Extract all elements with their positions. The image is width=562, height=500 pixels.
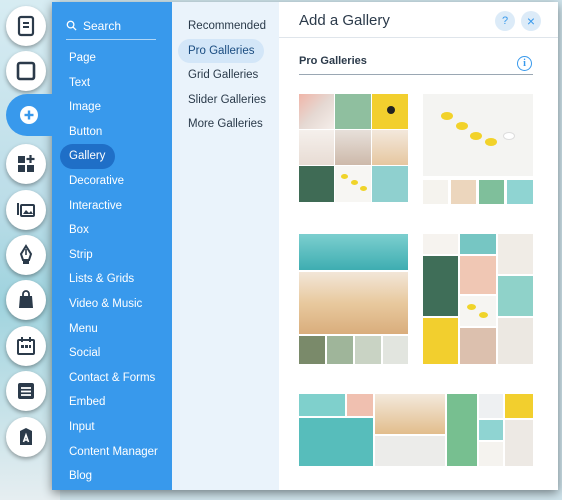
add-icon: [20, 106, 38, 124]
pages-icon: [17, 15, 35, 37]
gallery-preset-3[interactable]: [299, 234, 408, 364]
help-icon: ?: [501, 15, 509, 27]
add-apps-icon: [18, 155, 35, 172]
category-item-input[interactable]: Input: [60, 415, 105, 440]
pages-button[interactable]: [6, 6, 46, 46]
subcategory-panel: Recommended Pro Galleries Grid Galleries Sl…: [172, 2, 279, 490]
search-label: Search: [83, 18, 122, 33]
section-divider: [299, 74, 533, 75]
category-item-contact-forms[interactable]: Contact & Forms: [60, 366, 165, 391]
gallery-preset-2[interactable]: [423, 94, 533, 204]
text-style-icon: [20, 428, 32, 445]
list-icon: [18, 383, 34, 399]
panel-title: Add a Gallery: [299, 12, 390, 29]
category-item-content-manager[interactable]: Content Manager: [60, 440, 168, 465]
subcategory-item-more-galleries[interactable]: More Galleries: [178, 112, 273, 137]
section-title: Pro Galleries: [299, 55, 367, 67]
subcategory-item-slider-galleries[interactable]: Slider Galleries: [178, 88, 276, 113]
help-button[interactable]: ?: [495, 11, 515, 31]
subcategory-item-grid-galleries[interactable]: Grid Galleries: [178, 63, 268, 88]
category-item-page[interactable]: Page: [60, 46, 106, 71]
subcategory-item-pro-galleries[interactable]: Pro Galleries: [178, 38, 265, 63]
background-button[interactable]: [6, 51, 46, 91]
category-item-menu[interactable]: Menu: [60, 317, 108, 342]
search-field[interactable]: Search: [66, 12, 156, 40]
bookings-icon: [17, 337, 35, 355]
category-item-blog[interactable]: Blog: [60, 464, 102, 489]
category-panel: Search Page Text Image Button Gallery Decorat…: [52, 2, 172, 490]
bookings-button[interactable]: [6, 326, 46, 366]
store-button[interactable]: [6, 280, 46, 320]
pen-icon: [19, 244, 33, 264]
category-item-decorative[interactable]: Decorative: [60, 169, 134, 194]
panel-header: Add a Gallery ? ×: [279, 2, 558, 38]
category-item-embed[interactable]: Embed: [60, 390, 115, 415]
subcategory-item-recommended[interactable]: Recommended: [178, 14, 276, 39]
category-item-strip[interactable]: Strip: [60, 243, 103, 268]
info-icon-glyph: i: [523, 58, 526, 69]
category-item-button[interactable]: Button: [60, 120, 112, 145]
add-apps-button[interactable]: [6, 144, 46, 184]
category-item-image[interactable]: Image: [60, 95, 111, 120]
category-item-lists-grids[interactable]: Lists & Grids: [60, 267, 144, 292]
category-item-social[interactable]: Social: [60, 341, 110, 366]
category-item-gallery[interactable]: Gallery: [60, 144, 116, 169]
subcategory-list: Recommended Pro Galleries Grid Galleries Sl…: [178, 14, 276, 137]
gallery-preset-5[interactable]: [299, 394, 533, 466]
close-icon: ×: [526, 13, 536, 29]
gallery-preset-4[interactable]: [423, 234, 533, 364]
gallery-panel: Add a Gallery ? × Pro Galleries i: [279, 2, 558, 490]
media-icon: [17, 203, 35, 217]
category-item-text[interactable]: Text: [60, 71, 100, 96]
store-icon: [19, 290, 33, 308]
category-item-video-music[interactable]: Video & Music: [60, 292, 152, 317]
gallery-preset-1[interactable]: [299, 94, 408, 202]
category-list: Page Text Image Button Gallery Decorative Inte…: [60, 46, 170, 489]
left-rail: [6, 4, 58, 474]
add-button[interactable]: [6, 94, 58, 136]
search-icon: [66, 20, 77, 31]
list-button[interactable]: [6, 371, 46, 411]
category-item-box[interactable]: Box: [60, 218, 99, 243]
category-item-interactive[interactable]: Interactive: [60, 194, 132, 219]
pen-button[interactable]: [6, 235, 46, 275]
text-style-button[interactable]: [6, 417, 46, 457]
media-button[interactable]: [6, 190, 46, 230]
background-icon: [16, 61, 36, 81]
close-button[interactable]: ×: [521, 11, 541, 31]
info-icon[interactable]: i: [517, 56, 532, 71]
